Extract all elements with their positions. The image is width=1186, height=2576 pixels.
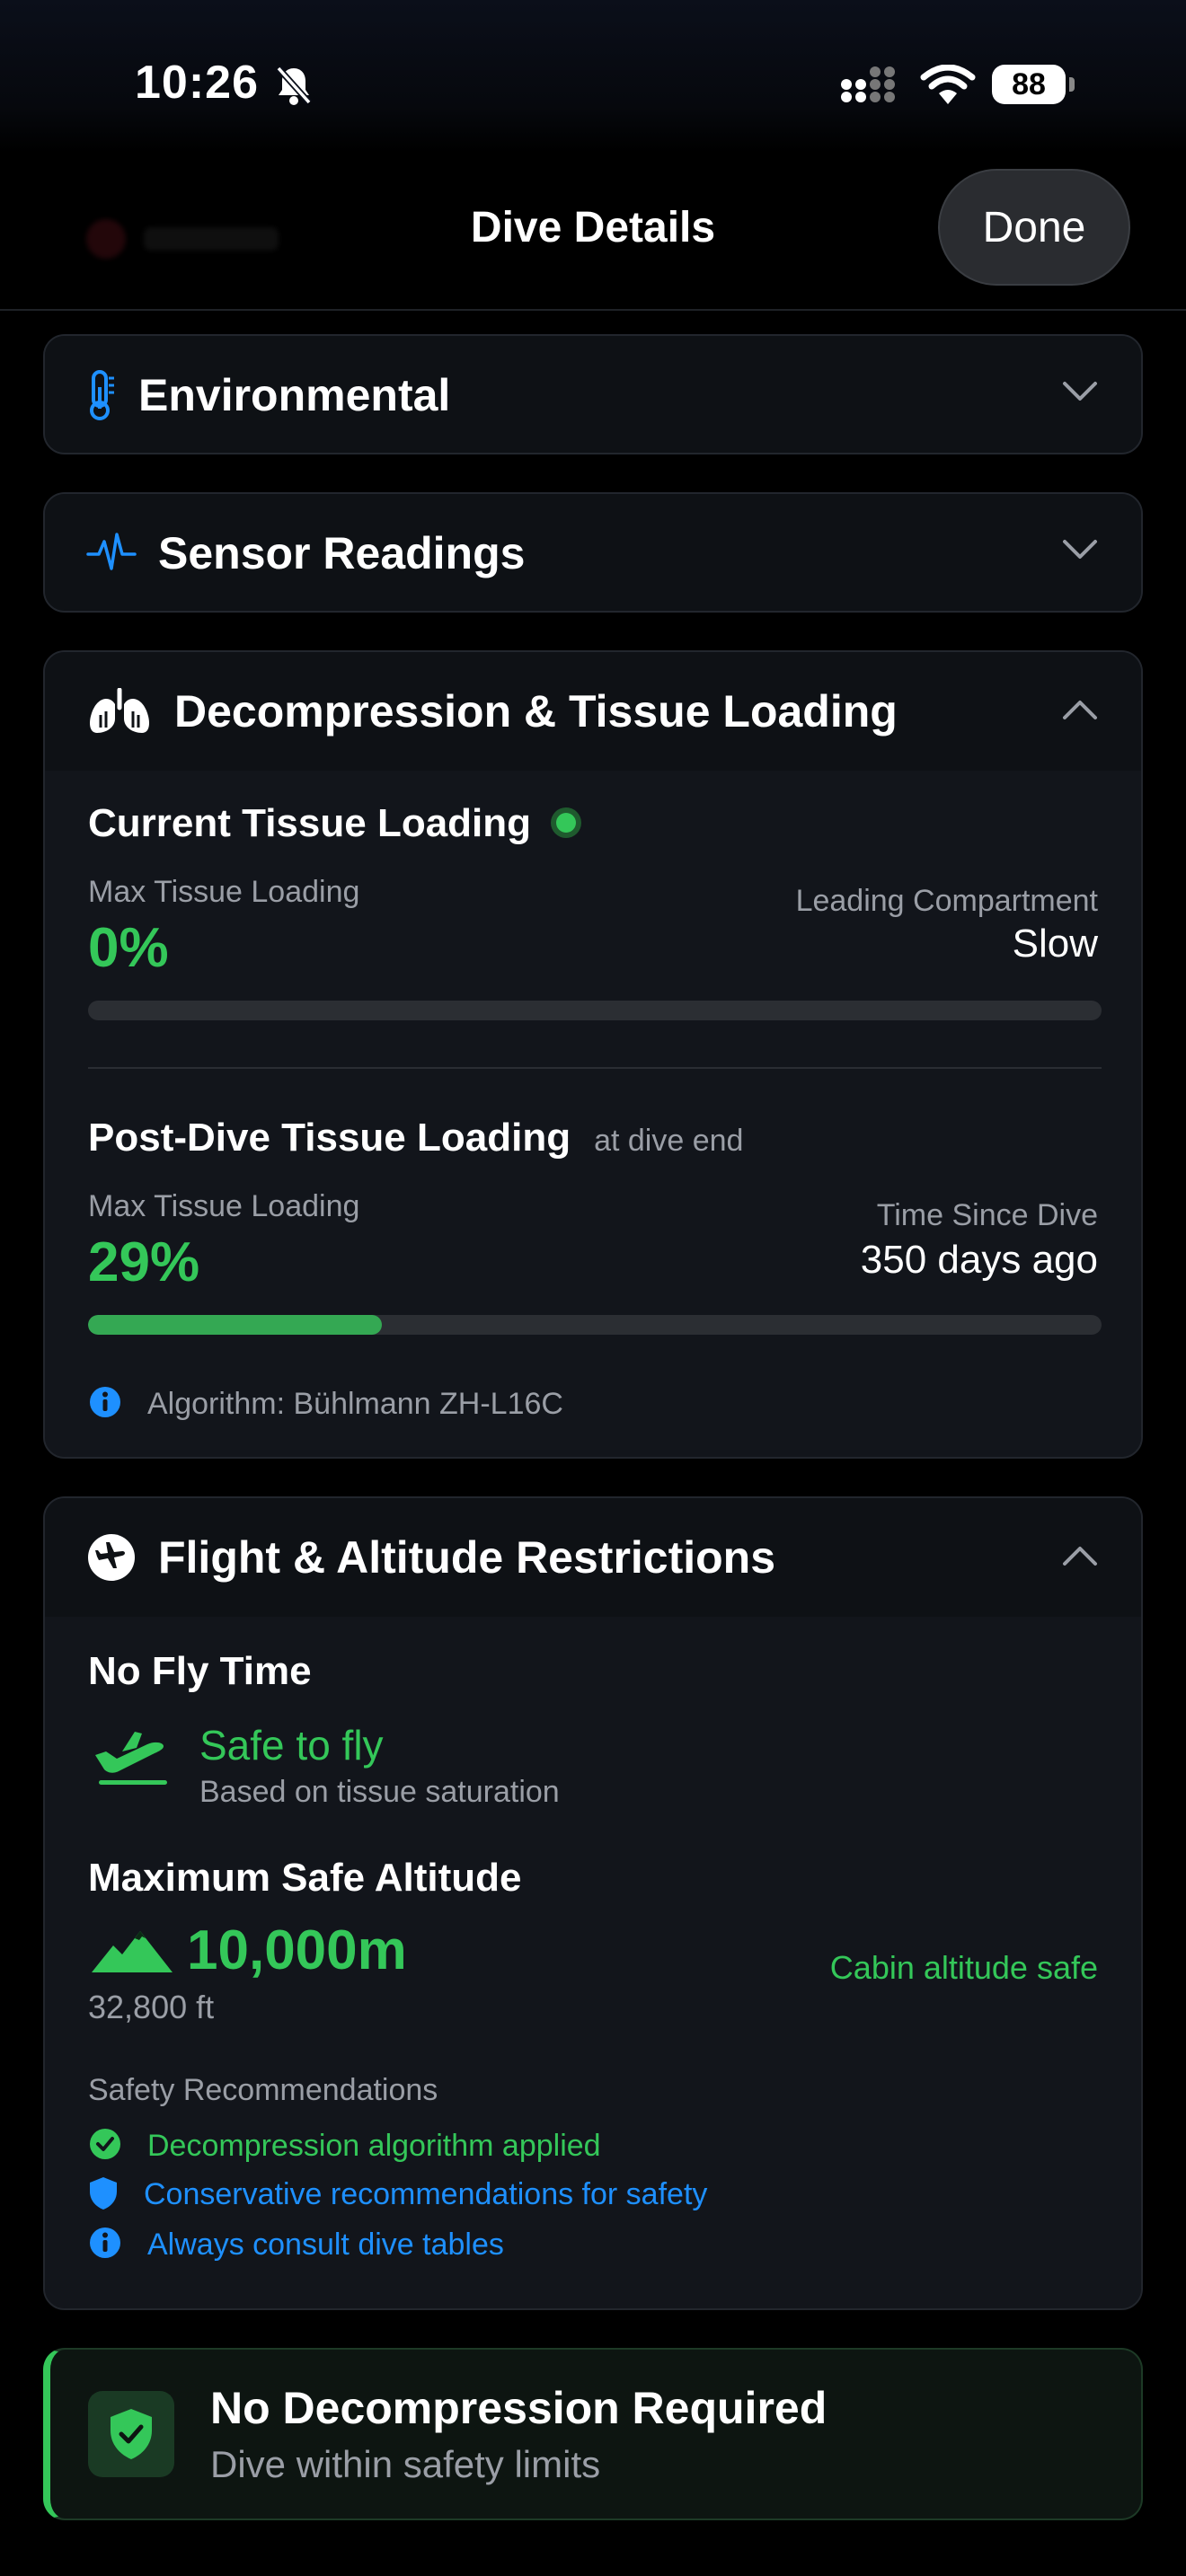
recommendation-item: Conservative recommendations for safety <box>144 2177 708 2211</box>
current-tissue-progress <box>88 1001 1102 1020</box>
post-max-label: Max Tissue Loading <box>88 1189 360 1223</box>
no-fly-title: No Fly Time <box>88 1649 312 1693</box>
section-title: Sensor Readings <box>158 528 526 578</box>
banner-subtitle: Dive within safety limits <box>210 2443 601 2485</box>
clock: 10:26 <box>135 57 259 109</box>
max-altitude-feet: 32,800 ft <box>88 1989 215 2025</box>
status-dot-icon <box>551 807 581 838</box>
algorithm-label: Algorithm: Bühlmann ZH-L16C <box>147 1387 563 1421</box>
post-dive-subtitle: at dive end <box>594 1124 744 1158</box>
cellular-signal-icon <box>841 66 895 102</box>
current-max-value: 0% <box>88 917 169 979</box>
max-altitude-title: Maximum Safe Altitude <box>88 1856 522 1900</box>
battery-indicator: 88 <box>992 65 1066 104</box>
chevron-up-icon[interactable] <box>1062 699 1098 720</box>
section-title: Decompression & Tissue Loading <box>174 686 898 737</box>
sensor-readings-section[interactable]: Sensor Readings <box>43 492 1143 613</box>
environmental-section[interactable]: Environmental <box>43 334 1143 454</box>
time-since-dive-value: 350 days ago <box>860 1238 1098 1282</box>
flight-section: Flight & Altitude Restrictions No Fly Ti… <box>43 1496 1143 2310</box>
post-dive-title: Post-Dive Tissue Loading <box>88 1116 571 1160</box>
recommendation-item: Decompression algorithm applied <box>147 2129 601 2163</box>
waveform-icon <box>86 533 137 570</box>
banner-title: No Decompression Required <box>210 2383 828 2433</box>
decompression-body: Current Tissue Loading Max Tissue Loadin… <box>45 771 1141 1457</box>
thermometer-icon <box>90 370 114 420</box>
section-title: Environmental <box>138 370 451 420</box>
flight-header[interactable]: Flight & Altitude Restrictions <box>45 1498 1141 1617</box>
info-icon <box>90 2228 120 2258</box>
progress-fill <box>88 1315 383 1335</box>
current-max-label: Max Tissue Loading <box>88 875 360 909</box>
section-title: Flight & Altitude Restrictions <box>158 1532 776 1583</box>
info-icon <box>90 1387 120 1417</box>
current-tissue-title: Current Tissue Loading <box>88 801 532 845</box>
decompression-section: Decompression & Tissue Loading Current T… <box>43 650 1143 1459</box>
chevron-down-icon[interactable] <box>1062 539 1098 560</box>
lungs-icon <box>90 688 149 733</box>
leading-compartment-value: Slow <box>1012 922 1098 966</box>
airplane-circle-icon <box>88 1534 135 1581</box>
chevron-up-icon[interactable] <box>1062 1545 1098 1566</box>
navigation-bar: Dive Details Done <box>0 153 1186 311</box>
safe-to-fly-subtitle: Based on tissue saturation <box>199 1775 560 1809</box>
status-bar: 10:26 88 <box>0 0 1186 153</box>
decompression-header[interactable]: Decompression & Tissue Loading <box>45 652 1141 771</box>
done-button[interactable]: Done <box>938 169 1130 286</box>
sensor-readings-header[interactable]: Sensor Readings <box>45 494 1141 611</box>
shield-check-icon <box>111 2409 152 2459</box>
post-max-value: 29% <box>88 1231 200 1293</box>
recommendation-item: Always consult dive tables <box>147 2228 504 2262</box>
mountains-icon <box>92 1931 173 1972</box>
flight-body: No Fly Time Safe to fly Based on tissue … <box>45 1617 1141 2308</box>
post-tissue-progress <box>88 1315 1102 1335</box>
wifi-icon <box>920 65 976 104</box>
leading-compartment-label: Leading Compartment <box>795 884 1098 918</box>
max-altitude-value: 10,000m <box>187 1919 407 1981</box>
chevron-down-icon[interactable] <box>1062 381 1098 402</box>
recommendations-title: Safety Recommendations <box>88 2073 438 2107</box>
safe-to-fly-status: Safe to fly <box>199 1722 384 1769</box>
shield-icon <box>90 2177 117 2210</box>
bell-slash-icon <box>276 66 312 105</box>
no-decompression-banner: No Decompression Required Dive within sa… <box>43 2348 1143 2520</box>
shield-check-badge <box>88 2391 174 2477</box>
environmental-header[interactable]: Environmental <box>45 336 1141 453</box>
post-dive-heading: Post-Dive Tissue Loading at dive end <box>88 1116 743 1160</box>
time-since-dive-label: Time Since Dive <box>876 1198 1098 1232</box>
divider <box>88 1067 1102 1069</box>
checkmark-circle-icon <box>90 2129 120 2159</box>
battery-tip <box>1069 77 1075 92</box>
airplane-departure-icon <box>95 1732 167 1785</box>
cabin-altitude-status: Cabin altitude safe <box>829 1949 1098 1986</box>
